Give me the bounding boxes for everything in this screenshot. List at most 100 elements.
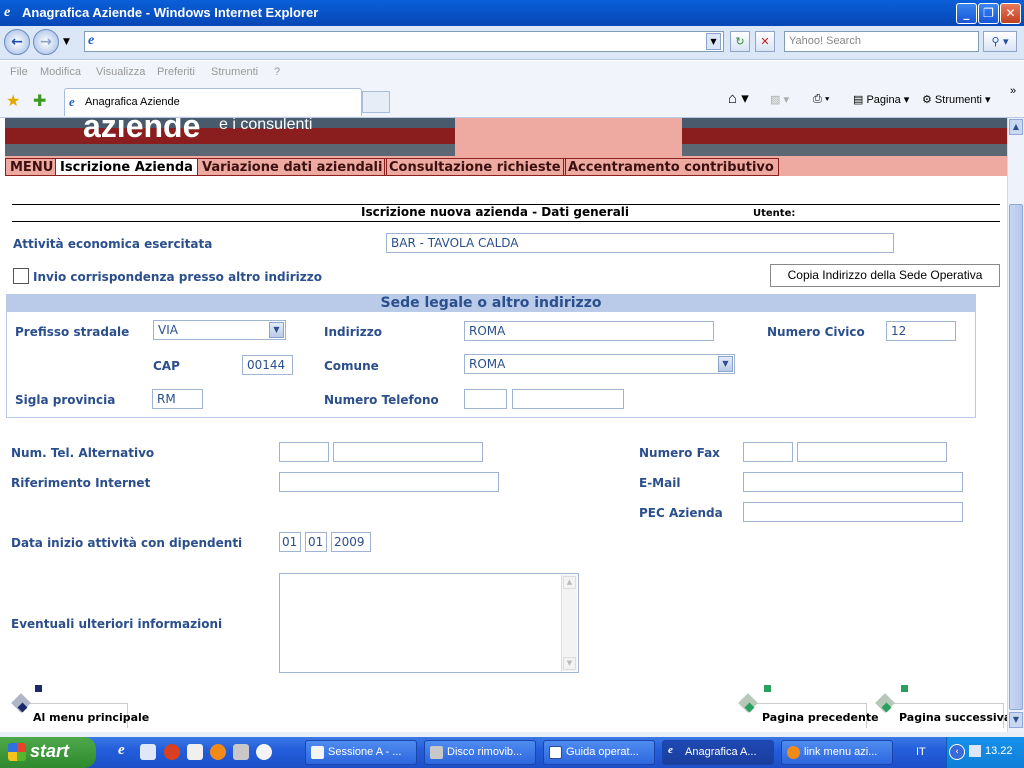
app-icon xyxy=(311,746,324,759)
indirizzo-field[interactable]: ROMA xyxy=(464,321,714,341)
task-guida-operativa[interactable]: Guida operat... xyxy=(543,740,655,765)
quicklaunch-icon[interactable] xyxy=(210,744,226,760)
quicklaunch-icon[interactable] xyxy=(164,744,180,760)
nav-consultazione-richieste[interactable]: Consultazione richieste xyxy=(384,158,566,176)
toolbar-overflow-icon[interactable]: » xyxy=(1010,85,1016,97)
tab-anagrafica-aziende[interactable]: e Anagrafica Aziende xyxy=(64,88,362,116)
comune-value: ROMA xyxy=(469,357,506,371)
start-button[interactable]: start xyxy=(0,737,96,768)
ie-page-icon: e xyxy=(88,33,95,48)
email-field[interactable] xyxy=(743,472,963,492)
task-sessione-a[interactable]: Sessione A - ... xyxy=(305,740,417,765)
home-icon[interactable]: ⌂ ▾ xyxy=(728,89,749,107)
invio-checkbox[interactable] xyxy=(13,268,29,284)
data-year-field[interactable]: 2009 xyxy=(331,532,371,552)
textarea-scrollbar[interactable]: ▲ ▼ xyxy=(561,575,577,671)
scroll-up-icon[interactable]: ▲ xyxy=(563,576,576,589)
new-tab-button[interactable] xyxy=(362,91,390,113)
attivita-field[interactable]: BAR - TAVOLA CALDA xyxy=(386,233,894,253)
data-month-field[interactable]: 01 xyxy=(305,532,327,552)
quicklaunch-icon[interactable] xyxy=(187,744,203,760)
tools-menu-label: Strumenti xyxy=(934,94,982,106)
task-disco-rimovibile[interactable]: Disco rimovib... xyxy=(424,740,536,765)
scroll-down-icon[interactable]: ▼ xyxy=(563,657,576,670)
square-icon xyxy=(35,685,42,692)
quicklaunch-icon[interactable] xyxy=(233,744,249,760)
menu-help[interactable]: ? xyxy=(274,66,280,78)
pagina-precedente-button[interactable]: Pagina precedente xyxy=(735,683,879,728)
feeds-icon[interactable]: ▧ ▾ xyxy=(770,93,789,106)
minimize-button[interactable]: _ xyxy=(956,3,977,24)
clock[interactable]: 13.22 xyxy=(985,745,1013,757)
task-label: link menu azi... xyxy=(804,746,878,758)
nav-variazione-dati[interactable]: Variazione dati aziendali xyxy=(197,158,388,176)
comune-select[interactable]: ROMA ▼ xyxy=(464,354,735,374)
task-anagrafica-aziende[interactable]: e Anagrafica A... xyxy=(662,740,774,765)
address-field[interactable]: e ▼ xyxy=(84,31,724,52)
telefono-number-field[interactable] xyxy=(512,389,624,409)
menu-strumenti[interactable]: Strumenti xyxy=(211,66,258,78)
nav-iscrizione-azienda[interactable]: Iscrizione Azienda xyxy=(55,158,198,176)
scroll-up-icon[interactable]: ▲ xyxy=(1009,119,1023,135)
task-link-menu[interactable]: link menu azi... xyxy=(781,740,893,765)
quicklaunch-icon[interactable] xyxy=(140,744,156,760)
tel-alt-prefix-field[interactable] xyxy=(279,442,329,462)
network-icon[interactable] xyxy=(969,745,981,757)
data-day-field[interactable]: 01 xyxy=(279,532,301,552)
language-indicator[interactable]: IT xyxy=(916,746,926,758)
ie-quicklaunch-icon[interactable]: e xyxy=(118,742,134,758)
word-icon xyxy=(549,746,562,759)
add-favorite-icon[interactable]: ✚ xyxy=(33,91,46,110)
refresh-icon[interactable]: ↻ xyxy=(730,31,750,52)
page-scrollbar[interactable]: ▲ ▼ xyxy=(1007,118,1024,732)
stop-icon[interactable]: ✕ xyxy=(755,31,775,52)
menu-preferiti[interactable]: Preferiti xyxy=(157,66,195,78)
tools-menu-button[interactable]: ⚙ Strumenti ▾ xyxy=(922,93,991,106)
tel-alt-number-field[interactable] xyxy=(333,442,483,462)
prefisso-select[interactable]: VIA ▼ xyxy=(153,320,286,340)
scroll-down-icon[interactable]: ▼ xyxy=(1009,712,1023,728)
heading-rule-bottom xyxy=(12,221,1000,222)
quicklaunch-icon[interactable] xyxy=(256,744,272,760)
pec-field[interactable] xyxy=(743,502,963,522)
print-icon[interactable]: ⎙ ▾ xyxy=(813,93,829,106)
info-textarea[interactable] xyxy=(279,573,579,673)
fax-number-field[interactable] xyxy=(797,442,947,462)
copy-address-button[interactable]: Copia Indirizzo della Sede Operativa xyxy=(770,264,1000,287)
search-icon[interactable]: ⚲ ▾ xyxy=(983,31,1017,52)
search-input[interactable]: Yahoo! Search xyxy=(784,31,979,52)
history-dropdown-icon[interactable]: ▼ xyxy=(63,37,70,47)
maximize-button[interactable]: ❐ xyxy=(978,3,999,24)
menu-visualizza[interactable]: Visualizza xyxy=(96,66,145,78)
telefono-prefix-field[interactable] xyxy=(464,389,507,409)
close-button[interactable]: ✕ xyxy=(1000,3,1021,24)
chevron-down-icon: ▼ xyxy=(269,322,284,338)
page-menu-button[interactable]: ▤ Pagina ▾ xyxy=(853,93,909,106)
pagina-successiva-button[interactable]: Pagina successiva xyxy=(872,683,1007,728)
fax-prefix-field[interactable] xyxy=(743,442,793,462)
nav-menu[interactable]: MENU xyxy=(5,158,59,176)
menu-principale-button[interactable]: Al menu principale xyxy=(0,683,149,728)
pec-label: PEC Azienda xyxy=(639,506,723,520)
scroll-thumb[interactable] xyxy=(1009,204,1023,710)
tray-expand-icon[interactable]: ‹ xyxy=(949,744,965,760)
favorites-star-icon[interactable]: ★ xyxy=(6,91,20,110)
menu-file[interactable]: File xyxy=(10,66,28,78)
internet-label: Riferimento Internet xyxy=(11,476,151,490)
nav-accentramento[interactable]: Accentramento contributivo xyxy=(563,158,779,176)
back-button[interactable]: ← xyxy=(4,29,30,55)
window-title: Anagrafica Aziende - Windows Internet Ex… xyxy=(22,5,319,20)
cap-field[interactable]: 00144 xyxy=(242,355,293,375)
internet-field[interactable] xyxy=(279,472,499,492)
address-dropdown-icon[interactable]: ▼ xyxy=(706,33,721,50)
form-heading: Iscrizione nuova azienda - Dati generali xyxy=(361,205,630,219)
windows-logo-icon xyxy=(8,743,26,761)
menu-modifica[interactable]: Modifica xyxy=(40,66,81,78)
attivita-label: Attività economica esercitata xyxy=(13,237,213,251)
forward-button[interactable]: → xyxy=(33,29,59,55)
site-banner: aziende e i consulenti xyxy=(5,118,1007,160)
civico-label: Numero Civico xyxy=(767,325,865,339)
civico-field[interactable]: 12 xyxy=(886,321,956,341)
provincia-field[interactable]: RM xyxy=(152,389,203,409)
sede-legend: Sede legale o altro indirizzo xyxy=(6,294,976,312)
